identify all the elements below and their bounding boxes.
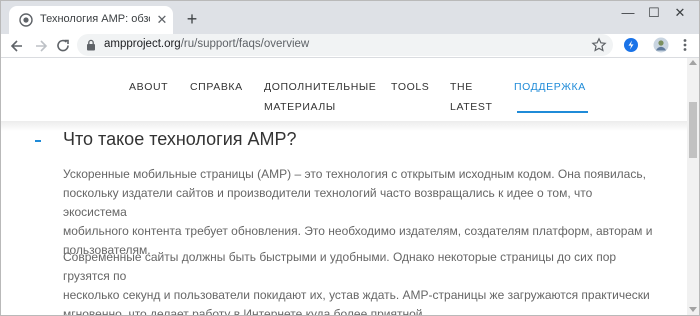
nav-item-tools[interactable]: TOOLS (391, 77, 429, 97)
close-icon[interactable]: ✕ (155, 13, 169, 27)
site-navigation: ABOUT СПРАВКА ДОПОЛНИТЕЛЬНЫЕ МАТЕРИАЛЫ T… (1, 58, 687, 121)
nav-item-help[interactable]: СПРАВКА (190, 77, 243, 97)
nav-item-resources-line2: МАТЕРИАЛЫ (264, 101, 336, 113)
nav-item-support[interactable]: ПОДДЕРЖКА (514, 77, 586, 97)
paragraph-line: мгновенно, что делает работу в Интернете… (63, 307, 426, 315)
nav-item-resources-line1: ДОПОЛНИТЕЛЬНЫЕ (264, 81, 377, 93)
paragraph-line: несколько секунд и пользователи покидают… (63, 288, 650, 302)
paragraph-line: поскольку издатели сайтов и производител… (63, 186, 593, 219)
nav-item-latest[interactable]: THE LATEST (450, 77, 493, 117)
active-tab[interactable]: Технология AMP: обзор – AMP ✕ (9, 6, 173, 34)
paragraph-line: Современные сайты должны быть быстрыми и… (63, 250, 617, 283)
active-nav-underline (517, 111, 588, 113)
star-icon[interactable] (591, 37, 607, 53)
faq-paragraph-1: Ускоренные мобильные страницы (AMP) – эт… (63, 165, 653, 260)
forward-arrow-icon[interactable] (31, 36, 51, 56)
url-text[interactable]: ampproject.org/ru/support/faqs/overview (104, 38, 309, 50)
extension-icon[interactable] (623, 37, 639, 53)
faq-paragraph-2: Современные сайты должны быть быстрыми и… (63, 248, 653, 315)
nav-item-about[interactable]: ABOUT (129, 77, 168, 97)
nav-item-resources[interactable]: ДОПОЛНИТЕЛЬНЫЕ МАТЕРИАЛЫ (264, 77, 376, 117)
scroll-down-arrow-icon[interactable] (689, 307, 697, 312)
faq-question-title[interactable]: Что такое технология AMP? (63, 129, 297, 150)
avatar-icon[interactable] (653, 37, 669, 53)
plus-icon[interactable]: + (183, 10, 201, 28)
reload-icon[interactable] (53, 36, 73, 56)
maximize-icon[interactable]: ☐ (643, 5, 665, 21)
browser-toolbar: ampproject.org/ru/support/faqs/overview (1, 34, 699, 58)
lock-icon[interactable] (85, 39, 97, 51)
window-close-icon[interactable]: ✕ (669, 5, 691, 21)
minimize-icon[interactable]: — (617, 5, 639, 21)
globe-icon (19, 13, 33, 27)
address-bar[interactable]: ampproject.org/ru/support/faqs/overview (77, 34, 613, 56)
nav-item-latest-line2: LATEST (450, 101, 493, 113)
paragraph-line: Ускоренные мобильные страницы (AMP) – эт… (63, 167, 646, 181)
tab-strip: Технология AMP: обзор – AMP ✕ + — ☐ ✕ (1, 1, 699, 34)
browser-window: Технология AMP: обзор – AMP ✕ + — ☐ ✕ am… (0, 0, 700, 316)
scroll-up-arrow-icon[interactable] (689, 60, 697, 65)
tab-title: Технология AMP: обзор – AMP (40, 13, 150, 25)
nav-item-latest-line1: THE (450, 81, 473, 93)
scrollbar-thumb[interactable] (689, 102, 697, 158)
page-viewport: ABOUT СПРАВКА ДОПОЛНИТЕЛЬНЫЕ МАТЕРИАЛЫ T… (1, 58, 687, 315)
back-arrow-icon[interactable] (7, 36, 27, 56)
paragraph-line: мобильного контента требует обновления. … (63, 224, 653, 238)
page-scrollbar[interactable] (687, 58, 699, 315)
faq-collapse-toggle[interactable] (35, 140, 41, 142)
kebab-menu-icon[interactable] (677, 37, 693, 53)
